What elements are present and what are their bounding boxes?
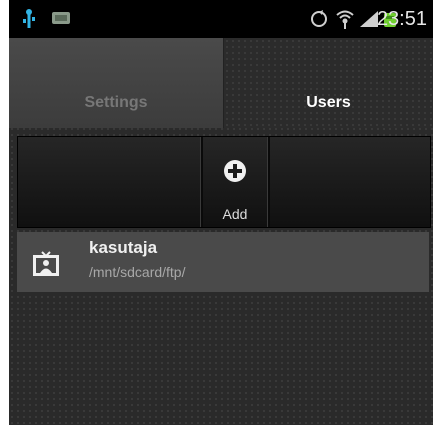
tab-users[interactable]: Users — [224, 38, 433, 128]
wifi-icon — [336, 10, 354, 29]
action-bar: Add — [17, 136, 431, 228]
tab-settings-label: Settings — [84, 94, 148, 111]
tab-users-label: Users — [306, 94, 351, 111]
tab-settings[interactable]: Settings — [9, 38, 224, 128]
user-path: /mnt/sdcard/ftp/ — [89, 264, 186, 280]
action-divider-right — [267, 137, 270, 227]
app-screen: 23:51 Settings Users Add kasutaja /mnt/s… — [9, 0, 433, 425]
clock: 23:51 — [376, 8, 427, 30]
usb-debug-icon — [23, 9, 35, 28]
add-user-button[interactable]: Add — [203, 137, 267, 227]
user-name: kasutaja — [89, 238, 158, 257]
plus-circle-icon — [224, 160, 246, 182]
status-bar: 23:51 — [9, 0, 433, 38]
user-badge-icon — [33, 251, 59, 276]
add-button-label: Add — [222, 206, 248, 222]
tab-bar: Settings Users — [9, 38, 433, 128]
user-list-item[interactable]: kasutaja /mnt/sdcard/ftp/ — [17, 232, 429, 292]
sync-icon — [311, 10, 327, 27]
notification-icon — [52, 12, 70, 24]
